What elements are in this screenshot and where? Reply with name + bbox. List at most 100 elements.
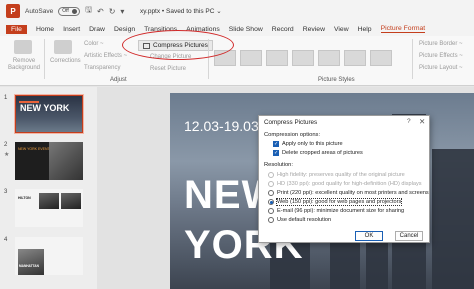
apply-only-checkbox[interactable]: ✓ bbox=[273, 141, 279, 147]
resolution-label: Resolution: bbox=[264, 162, 294, 168]
tab-record[interactable]: Record bbox=[272, 26, 294, 33]
slide-number: 1 bbox=[4, 95, 8, 101]
radio-button bbox=[268, 172, 274, 178]
slide-number: 3 bbox=[4, 189, 8, 195]
tab-transitions[interactable]: Transitions bbox=[144, 26, 177, 33]
tab-insert[interactable]: Insert bbox=[63, 26, 80, 33]
customize-quick-access-icon[interactable]: ▾ bbox=[120, 7, 124, 16]
reset-picture-button[interactable]: Reset Picture bbox=[150, 66, 186, 72]
tab-slide-show[interactable]: Slide Show bbox=[229, 26, 263, 33]
close-icon[interactable]: ✕ bbox=[419, 117, 425, 126]
document-title[interactable]: xy.pptx • Saved to this PC ⌄ bbox=[140, 7, 222, 15]
slide-thumbnails-panel[interactable]: 1 NEW YORK 2 ★ NEW YORK EVENT 3 HILTON 4… bbox=[0, 87, 97, 289]
picture-layout-button[interactable]: Picture Layout ~ bbox=[419, 65, 463, 71]
cancel-button[interactable]: Cancel bbox=[395, 231, 423, 241]
transparency-button[interactable]: Transparency bbox=[84, 65, 120, 71]
tab-view[interactable]: View bbox=[334, 26, 349, 33]
tab-draw[interactable]: Draw bbox=[89, 26, 105, 33]
compress-pictures-icon bbox=[143, 42, 150, 49]
radio-button[interactable] bbox=[268, 208, 274, 214]
thumb-image bbox=[49, 142, 83, 180]
thumb-image bbox=[39, 193, 59, 209]
option-label: Web (150 ppi): good for web pages and pr… bbox=[275, 198, 403, 206]
apply-only-checkbox-row[interactable]: ✓ Apply only to this picture bbox=[273, 141, 343, 147]
change-picture-button[interactable]: Change Picture bbox=[150, 54, 191, 60]
delete-cropped-checkbox[interactable]: ✓ bbox=[273, 150, 279, 156]
slide-number: 2 bbox=[4, 142, 8, 148]
compress-pictures-label: Compress Pictures bbox=[153, 42, 208, 49]
thumb-title: MANHATTAN bbox=[19, 264, 39, 268]
delete-cropped-label: Delete cropped areas of pictures bbox=[282, 150, 363, 156]
autosave-label: AutoSave bbox=[25, 7, 54, 15]
transition-star-icon: ★ bbox=[4, 152, 10, 158]
tab-picture-format[interactable]: Picture Format bbox=[380, 25, 426, 33]
slide-thumbnail-4[interactable]: MANHATTAN bbox=[15, 237, 83, 275]
slide-thumbnail-3[interactable]: HILTON bbox=[15, 189, 83, 227]
corrections-button[interactable]: Corrections bbox=[50, 58, 81, 64]
powerpoint-icon: P bbox=[6, 4, 20, 18]
slide-number: 4 bbox=[4, 237, 8, 243]
slide-date-text[interactable]: 12.03-19.03 bbox=[184, 118, 259, 134]
undo-icon[interactable]: ↶ bbox=[97, 7, 104, 16]
option-label: HD (330 ppi): good quality for high-defi… bbox=[277, 181, 422, 187]
save-icon[interactable]: 🖫 bbox=[85, 4, 92, 18]
tab-file[interactable]: File bbox=[6, 24, 27, 34]
picture-styles-group-label: Picture Styles bbox=[318, 77, 355, 83]
remove-background-button[interactable]: Remove Background bbox=[6, 58, 42, 72]
resolution-option-email[interactable]: E-mail (96 ppi): minimize document size … bbox=[268, 208, 404, 214]
artistic-effects-button[interactable]: Artistic Effects ~ bbox=[84, 53, 127, 59]
tab-design[interactable]: Design bbox=[114, 26, 135, 33]
help-icon[interactable]: ? bbox=[407, 118, 411, 125]
radio-button[interactable] bbox=[268, 217, 274, 223]
resolution-option-hd: HD (330 ppi): good quality for high-defi… bbox=[268, 181, 422, 187]
option-label: E-mail (96 ppi): minimize document size … bbox=[277, 208, 405, 214]
compress-pictures-button[interactable]: Compress Pictures bbox=[138, 40, 213, 51]
dialog-title: Compress Pictures bbox=[264, 119, 318, 126]
thumb-image bbox=[18, 249, 44, 275]
picture-style-thumb[interactable] bbox=[318, 50, 340, 66]
resolution-option-default[interactable]: Use default resolution bbox=[268, 217, 331, 223]
picture-style-thumb[interactable] bbox=[266, 50, 288, 66]
redo-icon[interactable]: ↻ bbox=[109, 7, 116, 16]
radio-button[interactable] bbox=[268, 199, 274, 205]
tab-animations[interactable]: Animations bbox=[186, 26, 220, 33]
tab-help[interactable]: Help bbox=[358, 26, 372, 33]
adjust-group-label: Adjust bbox=[110, 77, 127, 83]
option-label: Print (220 ppi): excellent quality on mo… bbox=[277, 190, 429, 196]
radio-button[interactable] bbox=[268, 190, 274, 196]
title-bar: P AutoSave Off 🖫 ↶ ↻ ▾ bbox=[0, 0, 474, 22]
resolution-option-web[interactable]: Web (150 ppi): good for web pages and pr… bbox=[268, 198, 403, 206]
apply-only-label: Apply only to this picture bbox=[282, 141, 343, 147]
thumb-title: HILTON bbox=[18, 196, 31, 200]
color-button[interactable]: Color ~ bbox=[84, 41, 104, 47]
compression-options-label: Compression options: bbox=[264, 132, 321, 138]
tab-home[interactable]: Home bbox=[36, 26, 54, 33]
ribbon-separator bbox=[44, 39, 45, 79]
ribbon-tabs: File Home Insert Draw Design Transitions… bbox=[0, 22, 474, 36]
picture-style-thumb[interactable] bbox=[240, 50, 262, 66]
picture-style-thumb[interactable] bbox=[214, 50, 236, 66]
ribbon-separator bbox=[412, 39, 413, 79]
ribbon-separator bbox=[208, 39, 209, 79]
autosave-toggle[interactable]: Off bbox=[58, 6, 81, 16]
tab-review[interactable]: Review bbox=[303, 26, 325, 33]
picture-style-thumb[interactable] bbox=[344, 50, 366, 66]
delete-cropped-checkbox-row[interactable]: ✓ Delete cropped areas of pictures bbox=[273, 150, 363, 156]
remove-background-icon[interactable] bbox=[14, 40, 32, 54]
ok-button[interactable]: OK bbox=[355, 231, 383, 241]
resolution-option-print[interactable]: Print (220 ppi): excellent quality on mo… bbox=[268, 190, 429, 196]
option-label: Use default resolution bbox=[277, 217, 332, 223]
radio-button bbox=[268, 181, 274, 187]
slide-thumbnail-2[interactable]: NEW YORK EVENT bbox=[15, 142, 83, 180]
picture-effects-button[interactable]: Picture Effects ~ bbox=[419, 53, 463, 59]
option-label: High fidelity: preserves quality of the … bbox=[277, 172, 405, 178]
skyline-building bbox=[432, 149, 474, 289]
picture-style-thumb[interactable] bbox=[292, 50, 314, 66]
thumb-title: NEW YORK EVENT bbox=[18, 147, 50, 151]
thumb-title: NEW YORK bbox=[20, 103, 70, 113]
picture-border-button[interactable]: Picture Border ~ bbox=[419, 41, 463, 47]
picture-style-thumb[interactable] bbox=[370, 50, 392, 66]
corrections-icon[interactable] bbox=[54, 40, 72, 54]
slide-thumbnail-1[interactable]: NEW YORK bbox=[14, 94, 84, 134]
thumb-image bbox=[61, 193, 81, 209]
